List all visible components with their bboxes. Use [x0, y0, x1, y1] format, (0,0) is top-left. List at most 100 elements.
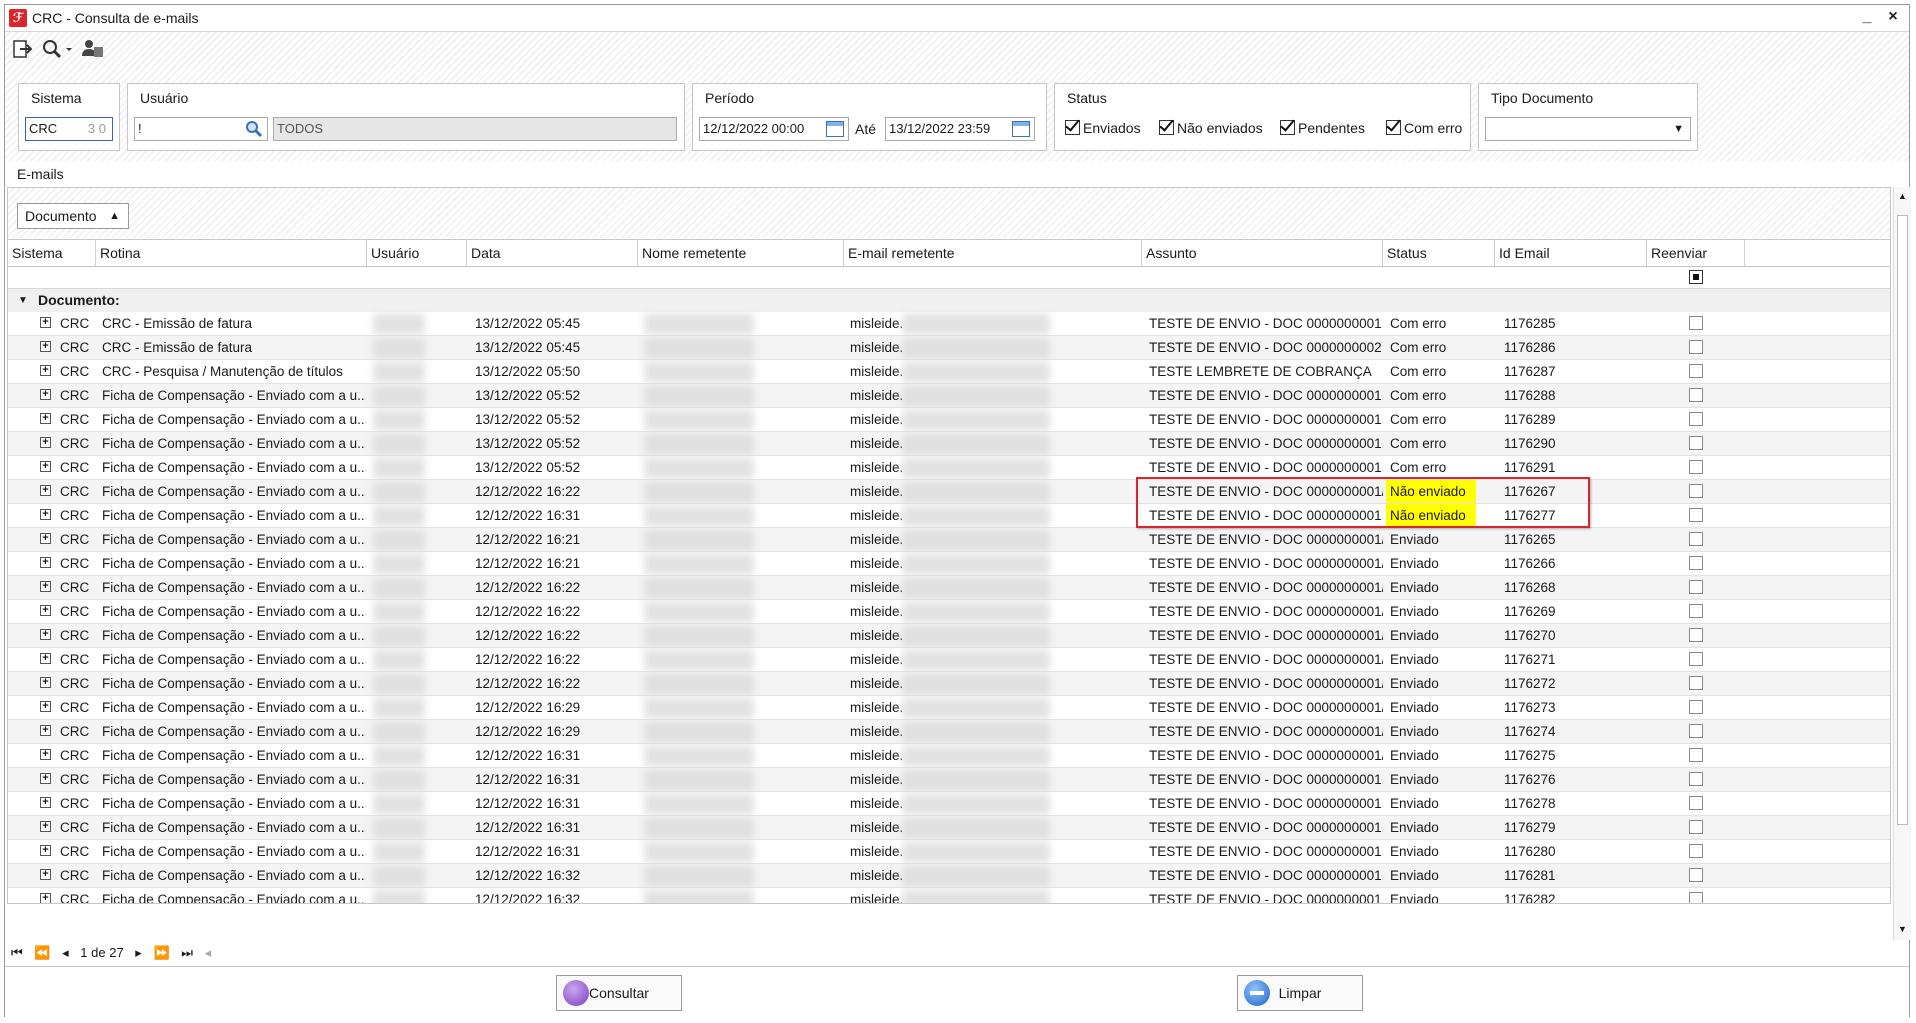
- table-row[interactable]: + CRC Ficha de Compensação - Enviado com a…: [8, 600, 1890, 624]
- col-usuario[interactable]: Usuário: [367, 240, 467, 266]
- reenviar-checkbox[interactable]: [1689, 892, 1703, 903]
- table-row[interactable]: + CRC Ficha de Compensação - Enviado com a…: [8, 888, 1890, 903]
- reenviar-checkbox[interactable]: [1689, 316, 1703, 330]
- user-filter-icon[interactable]: [81, 38, 107, 62]
- reenviar-checkbox[interactable]: [1689, 724, 1703, 738]
- table-row[interactable]: + CRC Ficha de Compensação - Enviado com a…: [8, 840, 1890, 864]
- date-from-input[interactable]: 12/12/2022 00:00: [699, 117, 849, 141]
- scroll-down-icon[interactable]: ▼: [1898, 924, 1907, 934]
- exit-icon[interactable]: [11, 38, 37, 62]
- col-rotina[interactable]: Rotina: [96, 240, 367, 266]
- first-record-icon[interactable]: ⏮: [11, 945, 23, 961]
- reenviar-checkbox[interactable]: [1689, 556, 1703, 570]
- reenviar-checkbox[interactable]: [1689, 772, 1703, 786]
- table-row[interactable]: + CRC Ficha de Compensação - Enviado com a…: [8, 648, 1890, 672]
- reenviar-checkbox[interactable]: [1689, 796, 1703, 810]
- calendar-icon[interactable]: [1012, 121, 1030, 137]
- sistema-input[interactable]: CRC 3 0: [25, 117, 113, 141]
- minimize-button[interactable]: _: [1855, 6, 1879, 28]
- group-chip-documento[interactable]: Documento ▲: [17, 203, 129, 229]
- col-data[interactable]: Data: [467, 240, 638, 266]
- consultar-button[interactable]: Consultar: [556, 975, 682, 1011]
- expand-icon[interactable]: +: [40, 461, 51, 472]
- expand-icon[interactable]: +: [40, 605, 51, 616]
- table-row[interactable]: + CRC Ficha de Compensação - Enviado com a…: [8, 504, 1890, 528]
- col-id-email[interactable]: Id Email: [1495, 240, 1647, 266]
- last-record-icon[interactable]: ⏭: [181, 945, 193, 961]
- table-row[interactable]: + CRC Ficha de Compensação - Enviado com a…: [8, 864, 1890, 888]
- reenviar-checkbox[interactable]: [1689, 436, 1703, 450]
- table-row[interactable]: + CRC Ficha de Compensação - Enviado com a…: [8, 720, 1890, 744]
- expand-icon[interactable]: +: [40, 533, 51, 544]
- pendentes-checkbox[interactable]: Pendentes: [1280, 120, 1365, 136]
- expand-icon[interactable]: +: [40, 893, 51, 903]
- vertical-scrollbar[interactable]: ▲ ▼: [1893, 187, 1911, 940]
- expand-icon[interactable]: +: [40, 413, 51, 424]
- reenviar-checkbox[interactable]: [1689, 652, 1703, 666]
- table-row[interactable]: + CRC Ficha de Compensação - Enviado com a…: [8, 624, 1890, 648]
- table-row[interactable]: + CRC Ficha de Compensação - Enviado com a…: [8, 792, 1890, 816]
- collapse-icon[interactable]: ▼: [18, 289, 28, 312]
- table-row[interactable]: + CRC Ficha de Compensação - Enviado com a…: [8, 384, 1890, 408]
- table-row[interactable]: + CRC Ficha de Compensação - Enviado com a…: [8, 816, 1890, 840]
- expand-icon[interactable]: +: [40, 629, 51, 640]
- reenviar-checkbox[interactable]: [1689, 532, 1703, 546]
- table-row[interactable]: + CRC Ficha de Compensação - Enviado com a…: [8, 408, 1890, 432]
- prev-page-icon[interactable]: ⏪: [34, 945, 50, 961]
- group-row-documento[interactable]: ▼ Documento:: [8, 289, 1890, 312]
- expand-icon[interactable]: +: [40, 509, 51, 520]
- scroll-left-icon[interactable]: ◂: [205, 945, 212, 961]
- expand-icon[interactable]: +: [40, 773, 51, 784]
- table-row[interactable]: + CRC Ficha de Compensação - Enviado com a…: [8, 744, 1890, 768]
- col-status[interactable]: Status: [1383, 240, 1495, 266]
- col-nome-remetente[interactable]: Nome remetente: [638, 240, 844, 266]
- reenviar-checkbox[interactable]: [1689, 844, 1703, 858]
- expand-icon[interactable]: +: [40, 869, 51, 880]
- reenviar-checkbox[interactable]: [1689, 388, 1703, 402]
- expand-icon[interactable]: +: [40, 797, 51, 808]
- expand-icon[interactable]: +: [40, 341, 51, 352]
- expand-icon[interactable]: +: [40, 581, 51, 592]
- expand-icon[interactable]: +: [40, 437, 51, 448]
- reenviar-checkbox[interactable]: [1689, 340, 1703, 354]
- expand-icon[interactable]: +: [40, 317, 51, 328]
- table-row[interactable]: + CRC CRC - Pesquisa / Manutenção de títul…: [8, 360, 1890, 384]
- prev-record-icon[interactable]: ◂: [62, 945, 69, 961]
- chevron-down-icon[interactable]: ▼: [1673, 118, 1684, 140]
- table-row[interactable]: + CRC Ficha de Compensação - Enviado com a…: [8, 528, 1890, 552]
- reenviar-checkbox[interactable]: [1689, 820, 1703, 834]
- reenviar-checkbox[interactable]: [1689, 412, 1703, 426]
- expand-icon[interactable]: +: [40, 365, 51, 376]
- table-row[interactable]: + CRC Ficha de Compensação - Enviado com a…: [8, 696, 1890, 720]
- scroll-up-icon[interactable]: ▲: [1898, 191, 1907, 201]
- expand-icon[interactable]: +: [40, 677, 51, 688]
- search-icon[interactable]: [245, 120, 263, 140]
- search-dropdown-icon[interactable]: [41, 38, 77, 62]
- col-reenviar[interactable]: Reenviar: [1647, 240, 1745, 266]
- expand-icon[interactable]: +: [40, 557, 51, 568]
- expand-icon[interactable]: +: [40, 845, 51, 856]
- table-row[interactable]: + CRC CRC - Emissão de fatura 13/12/2022 05…: [8, 312, 1890, 336]
- tipo-documento-select[interactable]: ▼: [1485, 117, 1691, 141]
- table-row[interactable]: + CRC Ficha de Compensação - Enviado com a…: [8, 576, 1890, 600]
- scroll-thumb[interactable]: [1897, 215, 1908, 825]
- table-row[interactable]: + CRC CRC - Emissão de fatura 13/12/2022 05…: [8, 336, 1890, 360]
- reenviar-checkbox[interactable]: [1689, 460, 1703, 474]
- reenviar-checkbox[interactable]: [1689, 580, 1703, 594]
- reenviar-checkbox[interactable]: [1689, 484, 1703, 498]
- calendar-icon[interactable]: [826, 121, 844, 137]
- reenviar-checkbox[interactable]: [1689, 604, 1703, 618]
- table-row[interactable]: + CRC Ficha de Compensação - Enviado com a…: [8, 480, 1890, 504]
- expand-icon[interactable]: +: [40, 653, 51, 664]
- reenviar-checkbox[interactable]: [1689, 364, 1703, 378]
- nao-enviados-checkbox[interactable]: Não enviados: [1159, 120, 1263, 136]
- table-row[interactable]: + CRC Ficha de Compensação - Enviado com a…: [8, 432, 1890, 456]
- col-sistema[interactable]: Sistema: [8, 240, 96, 266]
- reenviar-checkbox[interactable]: [1689, 628, 1703, 642]
- table-row[interactable]: + CRC Ficha de Compensação - Enviado com a…: [8, 552, 1890, 576]
- date-to-input[interactable]: 13/12/2022 23:59: [885, 117, 1035, 141]
- col-assunto[interactable]: Assunto: [1142, 240, 1383, 266]
- expand-icon[interactable]: +: [40, 485, 51, 496]
- expand-icon[interactable]: +: [40, 389, 51, 400]
- reenviar-all-checkbox[interactable]: [1689, 270, 1703, 284]
